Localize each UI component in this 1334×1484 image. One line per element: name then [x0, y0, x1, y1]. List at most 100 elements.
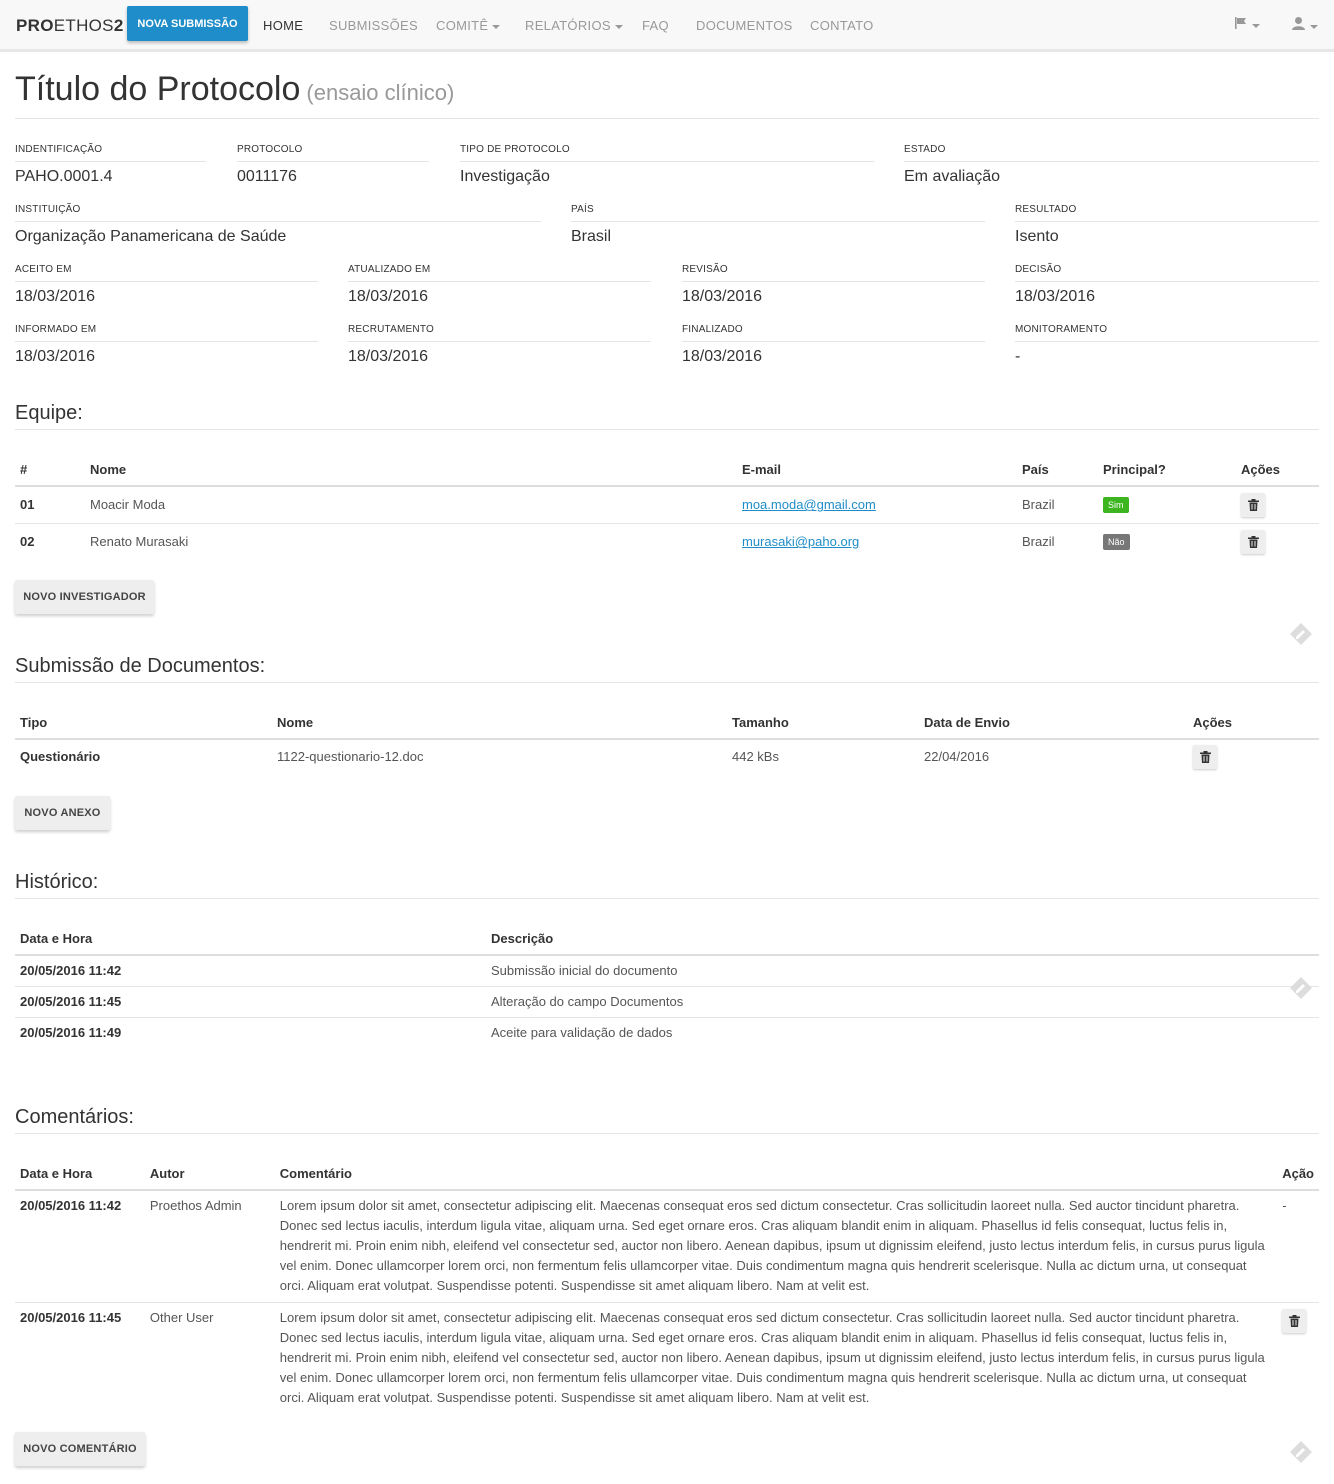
col-header-autor: Autor: [144, 1158, 275, 1191]
field-informado-em: INFORMADO EM 18/03/2016: [15, 324, 318, 366]
divider: [15, 1133, 1319, 1134]
page-title: Título do Protocolo (ensaio clínico): [15, 70, 455, 108]
nav-home[interactable]: HOME: [263, 18, 303, 33]
col-header-comentario: Comentário: [274, 1158, 1278, 1191]
delete-button[interactable]: [1193, 744, 1217, 769]
new-attachment-button[interactable]: NOVO ANEXO: [15, 796, 110, 830]
field-atualizado-em: ATUALIZADO EM 18/03/2016: [348, 264, 651, 306]
doc-tamanho: 442 kBs: [732, 749, 779, 764]
doc-data: 22/04/2016: [924, 749, 990, 764]
comment-text: Lorem ipsum dolor sit amet, consectetur …: [274, 1302, 1278, 1414]
table-row: 02 Renato Murasaki murasaki@paho.org Bra…: [15, 522, 1319, 560]
col-header-email: E-mail: [737, 454, 1017, 487]
history-date: 20/05/2016 11:45: [15, 985, 486, 1017]
chevron-down-icon: [614, 24, 623, 29]
documents-table: Tipo Nome Tamanho Data de Envio Ações Qu…: [15, 707, 1319, 773]
section-title-documentos: Submissão de Documentos:: [15, 655, 266, 677]
history-date: 20/05/2016 11:49: [15, 1016, 486, 1048]
top-navbar: PROETHOS2 NOVA SUBMISSÃO HOME SUBMISSÕES…: [0, 0, 1334, 52]
new-submission-button[interactable]: NOVA SUBMISSÃO: [127, 6, 248, 41]
section-title-historico: Histórico:: [15, 871, 99, 893]
table-row: 20/05/2016 11:45 Alteração do campo Docu…: [15, 985, 1319, 1017]
col-header-pais: País: [1017, 454, 1098, 487]
nav-faq[interactable]: FAQ: [642, 18, 669, 33]
col-header-nome: Nome: [272, 707, 727, 740]
delete-button[interactable]: [1282, 1309, 1307, 1333]
doc-tipo: Questionário: [20, 749, 101, 764]
trash-icon: [1288, 1315, 1300, 1327]
delete-button[interactable]: [1241, 529, 1265, 554]
divider: [15, 898, 1319, 899]
table-row: 20/05/2016 11:42 Proethos Admin Lorem ip…: [15, 1190, 1319, 1303]
page-subtitle: (ensaio clínico): [306, 80, 455, 105]
comment-action: -: [1282, 1198, 1287, 1213]
section-title-comentarios: Comentários:: [15, 1106, 134, 1128]
col-header-descricao: Descrição: [486, 923, 1319, 956]
divider: [15, 682, 1319, 683]
team-email-link[interactable]: moa.moda@gmail.com: [742, 497, 876, 512]
nav-comite[interactable]: COMITÊ: [436, 18, 501, 33]
edit-icon[interactable]: [1288, 1439, 1314, 1465]
col-header-num: #: [15, 454, 85, 487]
chevron-down-icon: [1310, 25, 1318, 30]
nav-submissoes[interactable]: SUBMISSÕES: [329, 18, 418, 33]
field-revisao: REVISÃO 18/03/2016: [682, 264, 985, 306]
chevron-down-icon: [1252, 24, 1260, 29]
history-table: Data e Hora Descrição 20/05/2016 11:42 S…: [15, 923, 1319, 1048]
team-pais: Brazil: [1017, 522, 1098, 560]
team-num: 01: [20, 497, 35, 513]
user-icon: [1292, 17, 1305, 30]
nav-contato[interactable]: CONTATO: [810, 18, 874, 33]
team-num: 02: [15, 522, 85, 560]
new-comment-button[interactable]: NOVO COMENTÁRIO: [15, 1432, 145, 1466]
col-header-tipo: Tipo: [15, 707, 272, 740]
principal-badge: Não: [1103, 534, 1130, 551]
delete-button[interactable]: [1241, 492, 1265, 517]
table-row: 20/05/2016 11:45 Other User Lorem ipsum …: [15, 1302, 1319, 1414]
user-menu[interactable]: [1291, 16, 1318, 34]
field-recrutamento: RECRUTAMENTO 18/03/2016: [348, 324, 651, 366]
col-header-data-envio: Data de Envio: [919, 707, 1188, 740]
new-investigator-button[interactable]: NOVO INVESTIGADOR: [15, 580, 154, 614]
field-finalizado: FINALIZADO 18/03/2016: [682, 324, 985, 366]
flag-icon: [1235, 17, 1246, 29]
doc-nome: 1122-questionario-12.doc: [277, 749, 424, 764]
principal-badge: Sim: [1103, 497, 1129, 514]
divider: [15, 118, 1319, 119]
brand-logo[interactable]: PROETHOS2: [16, 16, 124, 36]
language-menu[interactable]: [1234, 16, 1260, 33]
table-row: Questionário 1122-questionario-12.doc 44…: [15, 739, 1319, 773]
field-monitoramento: MONITORAMENTO -: [1015, 324, 1319, 366]
trash-icon: [1199, 750, 1211, 763]
trash-icon: [1247, 498, 1259, 511]
field-tipo-protocolo: TIPO DE PROTOCOLO Investigação: [460, 144, 874, 186]
field-instituicao: INSTITUIÇÃO Organização Panamericana de S…: [15, 204, 541, 246]
section-title-equipe: Equipe:: [15, 402, 83, 424]
comment-text: Lorem ipsum dolor sit amet, consectetur …: [279, 1198, 1265, 1293]
edit-icon[interactable]: [1288, 621, 1314, 647]
col-header-tamanho: Tamanho: [727, 707, 919, 740]
field-protocolo: PROTOCOLO 0011176: [237, 144, 429, 186]
history-date: 20/05/2016 11:42: [20, 963, 122, 979]
edit-icon[interactable]: [1288, 975, 1314, 1001]
comment-date: 20/05/2016 11:42: [20, 1198, 122, 1213]
team-email-link[interactable]: murasaki@paho.org: [742, 534, 859, 549]
comments-table: Data e Hora Autor Comentário Ação 20/05/…: [15, 1158, 1319, 1414]
chevron-down-icon: [492, 24, 501, 29]
trash-icon: [1247, 535, 1259, 548]
col-header-acoes: Ações: [1188, 707, 1319, 740]
table-row: 01 Moacir Moda moa.moda@gmail.com Brazil…: [15, 486, 1319, 523]
nav-relatorios[interactable]: RELATÓRIOS: [525, 18, 623, 33]
team-table: # Nome E-mail País Principal? Ações 01 M…: [15, 454, 1319, 560]
nav-documentos[interactable]: DOCUMENTOS: [696, 18, 793, 33]
col-header-data-hora: Data e Hora: [15, 923, 486, 956]
history-description: Aceite para validação de dados: [486, 1016, 1319, 1048]
team-pais: Brazil: [1022, 497, 1055, 513]
field-aceito-em: ACEITO EM 18/03/2016: [15, 264, 318, 306]
divider: [15, 429, 1319, 430]
field-identificacao: INDENTIFICAÇÃO PAHO.0001.4: [15, 144, 206, 186]
team-nome: Renato Murasaki: [85, 522, 737, 560]
comment-author: Proethos Admin: [149, 1198, 242, 1213]
field-estado: ESTADO Em avaliação: [904, 144, 1319, 186]
field-pais: PAÍS Brasil: [571, 204, 985, 246]
